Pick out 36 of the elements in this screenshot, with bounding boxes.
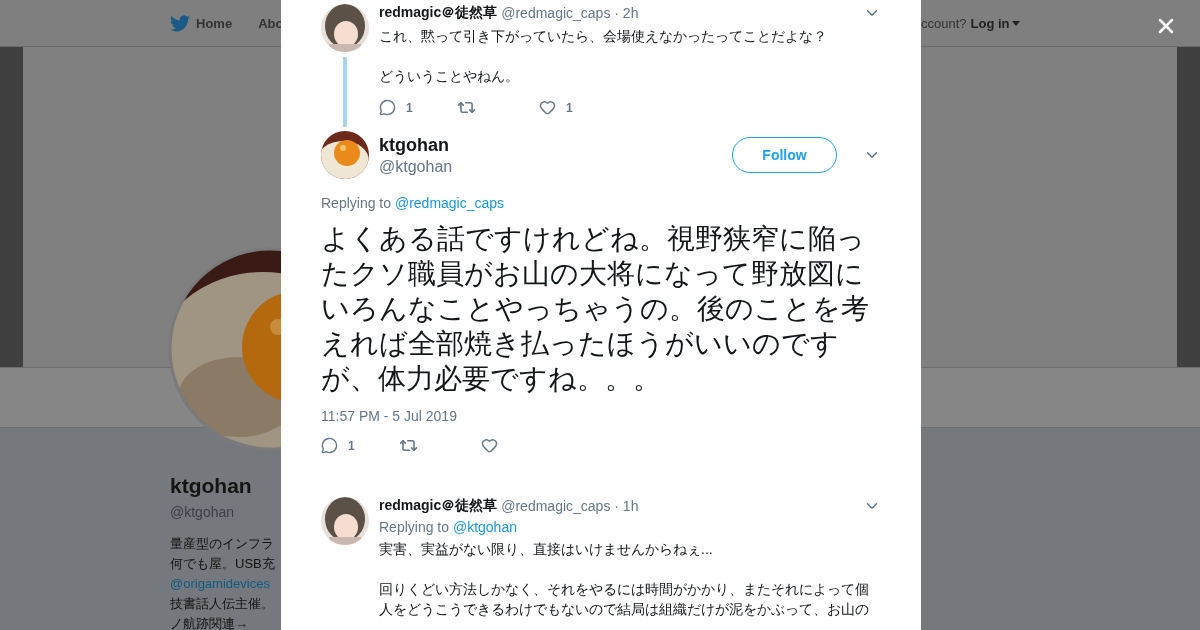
bird-icon: [170, 14, 190, 32]
bio-link[interactable]: @origamidevices: [170, 574, 281, 594]
account-prompt: ccount?: [921, 16, 967, 31]
tweet-text: よくある話ですけれどね。視野狭窄に陥ったクソ職員がお山の大将になって野放図にいろんなことやっちゃうの。後のことを考えれば全部焼き払ったほうがいいのですが、体力必要ですね。。。: [321, 222, 870, 396]
replying-to-label: Replying to @redmagic_caps: [321, 195, 506, 211]
tweet-text: これ、黙って引き下がっていたら、会場使えなかったってことだよな？: [379, 27, 828, 46]
author-name: redmagic＠徒然草: [379, 497, 498, 515]
bio-text: 技書話人伝主催。: [170, 595, 275, 613]
author-handle: @ktgohan: [379, 157, 454, 176]
profile-name: ktgohan: [170, 474, 253, 498]
author-name: redmagic＠徒然草: [379, 4, 498, 22]
mention-link[interactable]: @redmagic_caps: [394, 195, 505, 211]
speech-bubble-icon: [379, 99, 396, 116]
heart-icon: [481, 437, 498, 454]
mention-link[interactable]: @ktgohan: [452, 519, 517, 535]
bio-text: ノ航跡関連→: [170, 615, 249, 630]
caret-icon: [1011, 21, 1020, 26]
author-handle: @redmagic_caps · 2h: [501, 5, 639, 21]
timestamp: 11:57 PM - 5 Jul 2019: [321, 408, 458, 424]
login-link[interactable]: Log in: [970, 16, 1020, 31]
reply-button[interactable]: 1: [379, 99, 457, 116]
author-name: ktgohan: [379, 134, 450, 156]
bio-text: 量産型のインフラ: [170, 535, 275, 553]
tweet-text: 実害、実益がない限り、直接はいけませんからねぇ...: [379, 540, 714, 559]
follow-button[interactable]: Follow: [732, 137, 837, 173]
author-handle: @redmagic_caps · 1h: [501, 498, 639, 514]
nav-link[interactable]: Home: [170, 14, 233, 32]
replying-to-label: Replying to @ktgohan: [379, 519, 518, 535]
tweet-text: どういうことやねん。: [379, 67, 520, 86]
profile-handle: @ktgohan: [170, 504, 236, 520]
bio-text: 何でも屋。USB充: [170, 555, 276, 573]
reply-button[interactable]: 1: [321, 437, 399, 454]
speech-bubble-icon: [321, 437, 338, 454]
heart-icon: [539, 99, 556, 116]
like-button[interactable]: 1: [539, 99, 617, 116]
tweet-text: 回りくどい方法しかなく、それをやるには時間がかかり、またそれによって個人をどうこうできるわけでもないので結局は組織だけが泥をかぶって、お山の: [379, 580, 870, 619]
